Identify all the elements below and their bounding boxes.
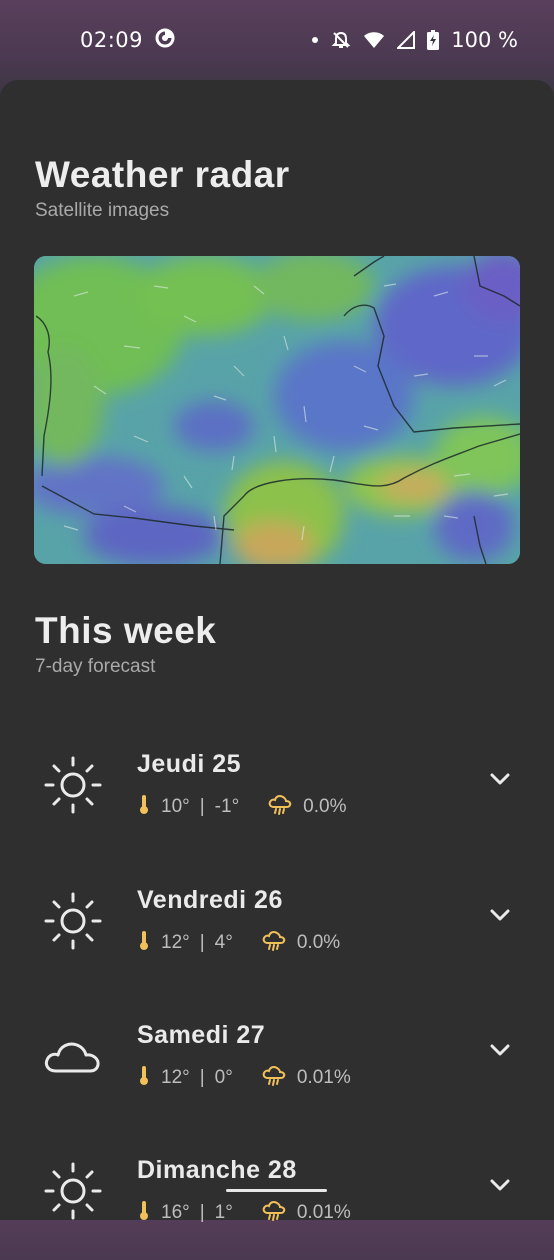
forecast-day-row[interactable]: Vendredi 26 12° | 4° 0.0% xyxy=(0,880,554,990)
chevron-down-icon[interactable] xyxy=(487,766,513,792)
rain-cloud-icon xyxy=(261,1063,287,1093)
day-meta: 12° | 0° 0.01% xyxy=(137,1063,351,1093)
precip-chance: 0.01% xyxy=(296,1202,351,1223)
day-meta: 12° | 4° 0.0% xyxy=(137,928,340,958)
wifi-icon xyxy=(363,31,385,49)
thermometer-icon xyxy=(137,929,151,957)
separator: | xyxy=(199,1067,205,1088)
data-saver-icon xyxy=(155,28,175,53)
temp-max: 12° xyxy=(161,932,190,953)
chevron-down-icon[interactable] xyxy=(487,902,513,928)
bell-off-icon xyxy=(331,30,351,50)
day-meta: 16° | 1° 0.01% xyxy=(137,1198,351,1228)
sun-icon xyxy=(42,1160,104,1222)
dot-icon xyxy=(311,36,319,44)
thermometer-icon xyxy=(137,1064,151,1092)
rain-cloud-icon xyxy=(267,792,293,822)
temp-min: 1° xyxy=(214,1202,233,1223)
status-time: 02:09 xyxy=(80,28,144,52)
rain-cloud-icon xyxy=(261,1198,287,1228)
battery-percent: 100 % xyxy=(451,28,518,52)
day-name: Jeudi 25 xyxy=(137,750,242,778)
precip-chance: 0.01% xyxy=(296,1067,351,1088)
chevron-down-icon[interactable] xyxy=(487,1172,513,1198)
signal-icon xyxy=(397,31,416,49)
precip-chance: 0.0% xyxy=(303,796,347,817)
separator: | xyxy=(199,1202,205,1223)
radar-section-subtitle: Satellite images xyxy=(35,200,170,221)
forecast-day-row[interactable]: Jeudi 25 10° | -1° 0.0% xyxy=(0,744,554,854)
temp-min: 4° xyxy=(214,932,233,953)
main-sheet: Weather radar Satellite images This week… xyxy=(0,80,554,1223)
forecast-day-row[interactable]: Samedi 27 12° | 0° 0.01% xyxy=(0,1015,554,1125)
radar-map[interactable] xyxy=(34,256,520,564)
temp-min: -1° xyxy=(214,796,240,817)
sun-icon xyxy=(42,890,104,952)
week-section-title: This week xyxy=(35,610,217,651)
gesture-handle[interactable] xyxy=(226,1189,327,1192)
cloud-icon xyxy=(42,1025,104,1087)
thermometer-icon xyxy=(137,793,151,821)
battery-icon xyxy=(427,30,440,50)
temp-max: 10° xyxy=(161,796,190,817)
temp-max: 12° xyxy=(161,1067,190,1088)
forecast-day-row[interactable]: Dimanche 28 16° | 1° 0.01% xyxy=(0,1150,554,1260)
temp-max: 16° xyxy=(161,1202,190,1223)
day-meta: 10° | -1° 0.0% xyxy=(137,792,346,822)
temp-min: 0° xyxy=(214,1067,233,1088)
day-name: Dimanche 28 xyxy=(137,1156,297,1184)
sun-icon xyxy=(42,754,104,816)
precip-chance: 0.0% xyxy=(296,932,341,953)
separator: | xyxy=(199,796,205,817)
day-name: Vendredi 26 xyxy=(137,886,283,914)
week-section-subtitle: 7-day forecast xyxy=(35,656,156,677)
day-name: Samedi 27 xyxy=(137,1021,266,1049)
separator: | xyxy=(199,932,205,953)
radar-section-title: Weather radar xyxy=(35,154,290,195)
chevron-down-icon[interactable] xyxy=(487,1037,513,1063)
rain-cloud-icon xyxy=(261,928,287,958)
status-bar: 02:09 100 % xyxy=(0,0,554,80)
thermometer-icon xyxy=(137,1199,151,1227)
